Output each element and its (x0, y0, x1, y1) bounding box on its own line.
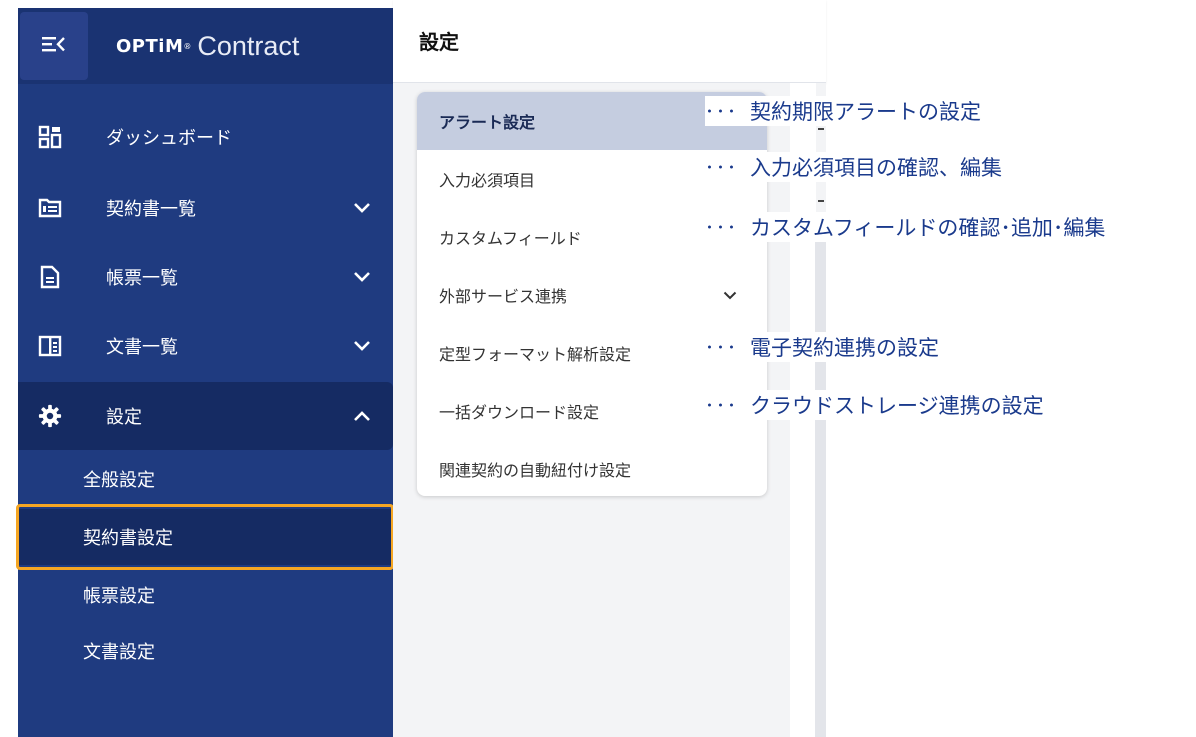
brand-trademark: ® (183, 41, 192, 51)
sidebar-subitem-general-settings[interactable]: 全般設定 (18, 451, 393, 507)
sidebar: OPTiM ® Contract ダッシュボード 契約書一覧 帳票一覧 文書一覧… (18, 8, 393, 737)
annotation-e-contract: ･･･ 電子契約連携の設定 (705, 332, 943, 362)
sidebar-subitem-document-settings[interactable]: 文書設定 (18, 623, 393, 679)
collapse-menu-icon (41, 34, 67, 58)
sidebar-subitem-label: 全般設定 (83, 470, 155, 491)
sidebar-item-label: 文書一覧 (106, 337, 178, 358)
settings-menu-item-label: 一括ダウンロード設定 (439, 403, 600, 422)
chevron-down-icon (352, 336, 372, 356)
settings-menu-item-label: カスタムフィールド (439, 229, 582, 248)
chevron-down-icon (352, 267, 372, 287)
annotation-dots: ･･･ (705, 158, 738, 179)
chevron-up-icon (352, 406, 372, 426)
settings-menu-item-label: 入力必須項目 (439, 171, 536, 190)
settings-menu-item-label: アラート設定 (439, 113, 536, 132)
sidebar-subitem-label: 契約書設定 (83, 528, 173, 549)
sidebar-subitem-label: 帳票設定 (83, 586, 155, 607)
annotation-required-fields: ･･･ 入力必須項目の確認、編集 (705, 152, 1006, 182)
book-icon (38, 334, 62, 358)
brand-optim-text: OPTiM (116, 35, 184, 57)
annotation-dots: ･･･ (705, 102, 738, 123)
sidebar-subitem-contract-settings[interactable]: 契約書設定 (18, 509, 393, 565)
right-panel-divider (815, 230, 826, 737)
menu-toggle-button[interactable] (20, 12, 88, 80)
page-title: 設定 (419, 30, 459, 54)
chevron-down-icon (722, 287, 738, 303)
settings-menu-item-external-services[interactable]: 外部サービス連携 (417, 266, 767, 324)
brand-logo: OPTiM ® Contract (116, 30, 299, 62)
settings-menu-item-auto-link[interactable]: 関連契約の自動紐付け設定 (417, 440, 767, 496)
folder-icon (38, 196, 62, 220)
annotation-text: 電子契約連携の設定 (750, 336, 939, 360)
annotation-text: 入力必須項目の確認、編集 (750, 156, 1002, 180)
sidebar-item-label: ダッシュボード (106, 128, 232, 149)
panel-tick-mark (818, 128, 824, 130)
annotation-text: カスタムフィールドの確認･追加･編集 (750, 216, 1106, 240)
sidebar-item-label: 契約書一覧 (106, 199, 196, 220)
panel-tick-mark (818, 200, 824, 202)
sidebar-item-documents[interactable]: 文書一覧 (18, 316, 393, 376)
sidebar-item-label: 設定 (106, 407, 142, 428)
settings-menu-item-label: 外部サービス連携 (439, 287, 568, 306)
sidebar-subitem-label: 文書設定 (83, 642, 155, 663)
settings-menu-item-label: 定型フォーマット解析設定 (439, 345, 632, 364)
sidebar-header: OPTiM ® Contract (18, 8, 393, 84)
brand-product-name: Contract (197, 30, 300, 61)
sidebar-item-contracts[interactable]: 契約書一覧 (18, 178, 393, 238)
dashboard-icon (38, 125, 62, 149)
annotation-text: 契約期限アラートの設定 (750, 100, 981, 124)
annotation-dots: ･･･ (705, 396, 738, 417)
annotation-cloud-storage: ･･･ クラウドストレージ連携の設定 (705, 390, 1048, 420)
gear-icon (38, 404, 62, 428)
document-icon (38, 265, 62, 289)
app-window: OPTiM ® Contract ダッシュボード 契約書一覧 帳票一覧 文書一覧… (0, 0, 1196, 737)
sidebar-item-dashboard[interactable]: ダッシュボード (18, 107, 393, 167)
annotation-dots: ･･･ (705, 338, 738, 359)
annotation-alert-settings: ･･･ 契約期限アラートの設定 (705, 96, 985, 126)
chevron-down-icon (352, 198, 372, 218)
top-bar: 設定 (393, 0, 826, 83)
annotation-dots: ･･･ (705, 218, 738, 239)
sidebar-item-forms[interactable]: 帳票一覧 (18, 247, 393, 307)
annotation-custom-fields: ･･･ カスタムフィールドの確認･追加･編集 (705, 212, 1110, 242)
sidebar-item-settings[interactable]: 設定 (18, 382, 393, 450)
sidebar-subitem-form-settings[interactable]: 帳票設定 (18, 567, 393, 623)
annotation-text: クラウドストレージ連携の設定 (750, 394, 1044, 418)
settings-menu-item-label: 関連契約の自動紐付け設定 (439, 461, 632, 480)
sidebar-item-label: 帳票一覧 (106, 268, 178, 289)
